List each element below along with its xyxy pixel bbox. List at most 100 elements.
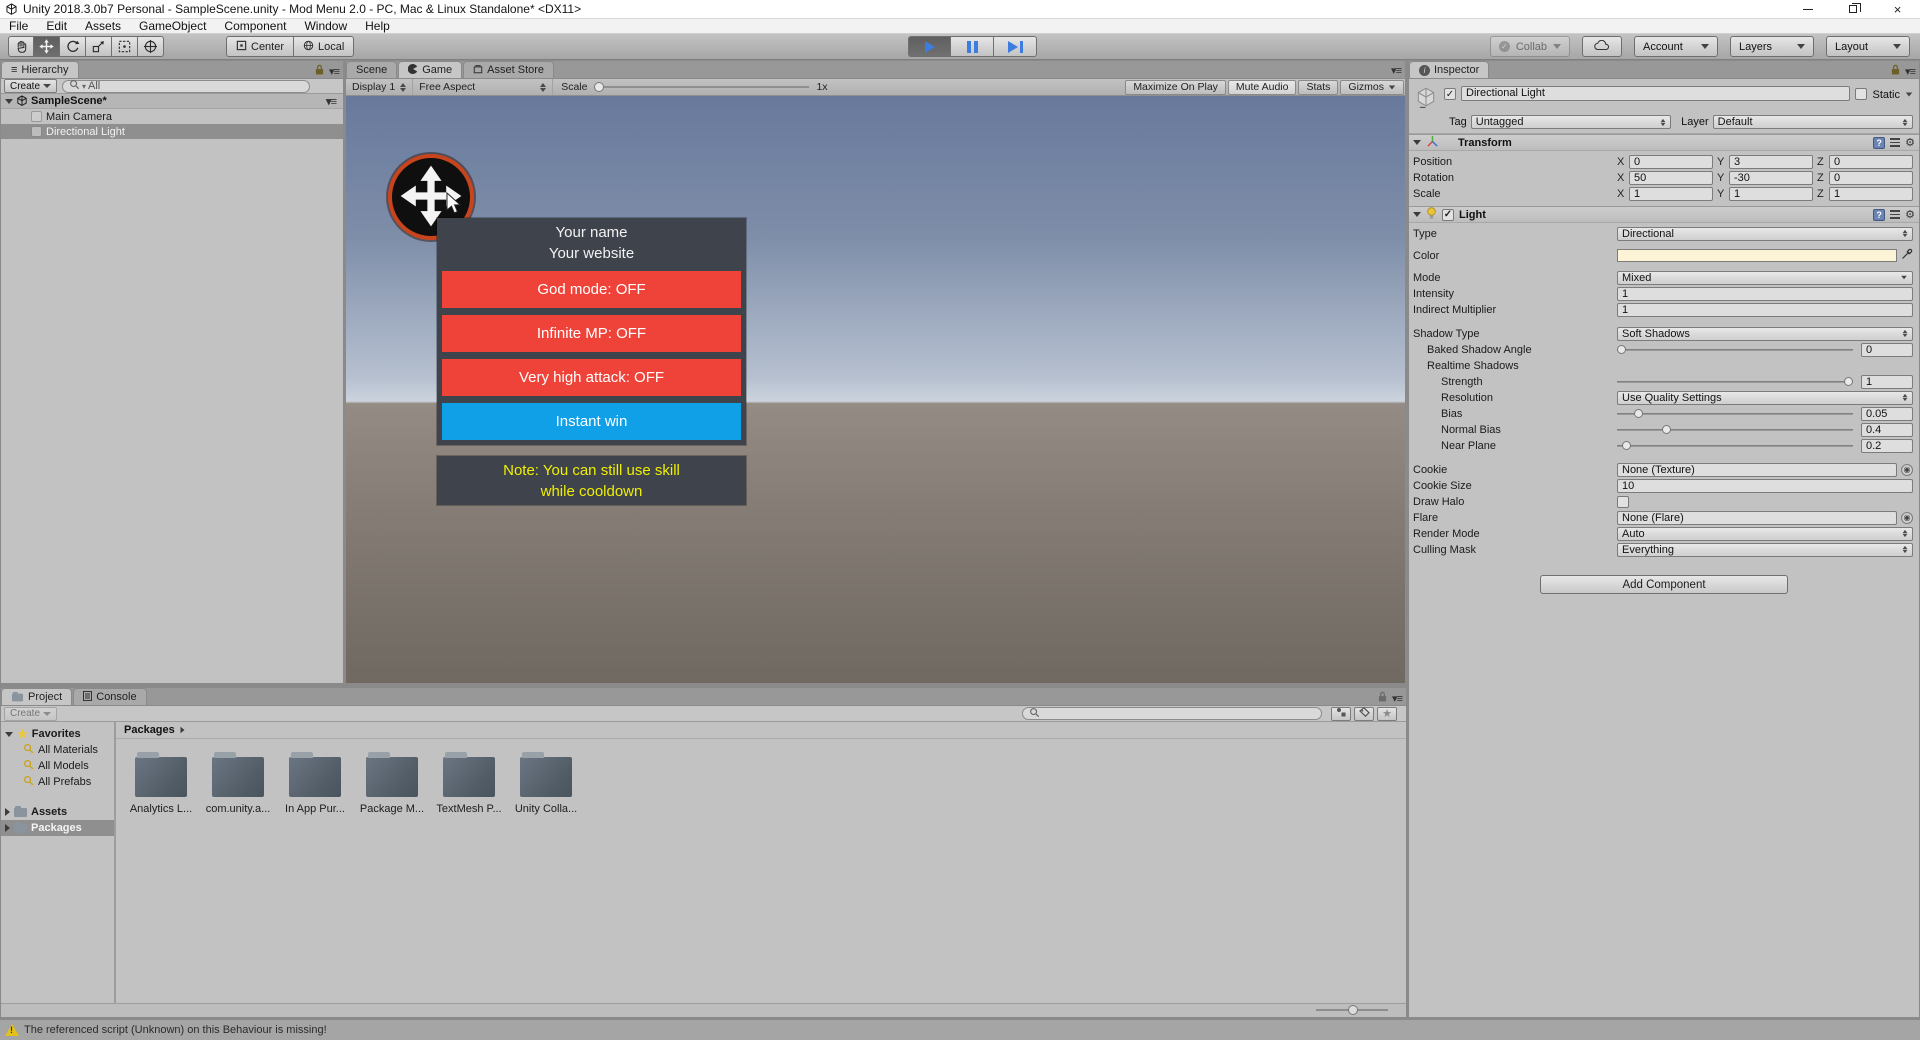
foldout-triangle-icon[interactable]: [5, 732, 13, 737]
light-enabled-checkbox[interactable]: ✓: [1442, 209, 1454, 221]
scale-y-field[interactable]: 1: [1729, 187, 1813, 201]
transform-component-header[interactable]: Transform ? ⚙: [1409, 134, 1919, 151]
shadow-type-dropdown[interactable]: Soft Shadows: [1617, 327, 1913, 341]
panel-menu-icon[interactable]: ▾≡: [1905, 65, 1915, 78]
folder-textmesh-pro[interactable]: TextMesh P...: [438, 751, 500, 815]
static-checkbox[interactable]: [1855, 88, 1867, 100]
move-tool-button[interactable]: [34, 36, 60, 57]
baked-shadow-angle-slider[interactable]: [1617, 349, 1853, 351]
menu-help[interactable]: Help: [356, 19, 399, 33]
tab-game[interactable]: Game: [398, 61, 462, 78]
scale-x-field[interactable]: 1: [1629, 187, 1713, 201]
scale-slider-thumb[interactable]: [594, 82, 604, 92]
object-picker-icon[interactable]: ◉: [1901, 464, 1913, 476]
foldout-triangle-icon[interactable]: [1413, 140, 1421, 145]
all-materials-item[interactable]: All Materials: [1, 742, 114, 758]
panel-menu-icon[interactable]: ▾≡: [329, 65, 339, 78]
very-high-attack-button[interactable]: Very high attack: OFF: [442, 359, 741, 396]
normal-bias-field[interactable]: 0.4: [1861, 423, 1913, 437]
favorites-search-button[interactable]: ★: [1377, 707, 1397, 721]
menu-file[interactable]: File: [0, 19, 37, 33]
static-caret-icon[interactable]: [1906, 93, 1912, 97]
hierarchy-item-directional-light[interactable]: Directional Light: [1, 124, 343, 139]
preset-icon[interactable]: [1890, 210, 1900, 219]
hierarchy-search-input[interactable]: ▾ All: [62, 80, 310, 93]
slider-thumb[interactable]: [1662, 425, 1671, 434]
play-button[interactable]: [908, 36, 951, 57]
add-component-button[interactable]: Add Component: [1540, 575, 1788, 594]
all-models-item[interactable]: All Models: [1, 758, 114, 774]
cookie-object-field[interactable]: None (Texture): [1617, 463, 1897, 477]
project-search-input[interactable]: [1022, 707, 1322, 720]
aspect-dropdown[interactable]: Free Aspect: [413, 79, 553, 95]
layout-dropdown[interactable]: Layout: [1826, 36, 1910, 57]
assets-item[interactable]: Assets: [1, 804, 114, 820]
baked-shadow-angle-field[interactable]: 0: [1861, 343, 1913, 357]
rotation-x-field[interactable]: 50: [1629, 171, 1713, 185]
slider-thumb[interactable]: [1634, 409, 1643, 418]
tab-hierarchy[interactable]: ≡ Hierarchy: [1, 61, 79, 78]
step-button[interactable]: [994, 36, 1037, 57]
resolution-dropdown[interactable]: Use Quality Settings: [1617, 391, 1913, 405]
position-y-field[interactable]: 3: [1729, 155, 1813, 169]
account-dropdown[interactable]: Account: [1634, 36, 1718, 57]
tab-asset-store[interactable]: Asset Store: [463, 61, 554, 78]
lock-icon[interactable]: [315, 64, 324, 78]
slider-thumb[interactable]: [1617, 345, 1626, 354]
maximize-on-play-button[interactable]: Maximize On Play: [1125, 80, 1226, 95]
close-button[interactable]: ×: [1875, 0, 1920, 18]
mute-audio-button[interactable]: Mute Audio: [1228, 80, 1297, 95]
icon-size-slider[interactable]: [1316, 1009, 1388, 1011]
foldout-triangle-icon[interactable]: [5, 808, 10, 816]
menu-gameobject[interactable]: GameObject: [130, 19, 215, 33]
search-by-type-button[interactable]: [1331, 707, 1351, 721]
rotation-z-field[interactable]: 0: [1829, 171, 1913, 185]
cookie-size-field[interactable]: 10: [1617, 479, 1913, 493]
indirect-multiplier-field[interactable]: 1: [1617, 303, 1913, 317]
pivot-local-button[interactable]: Local: [293, 36, 354, 57]
tab-project[interactable]: Project: [1, 688, 72, 705]
strength-slider[interactable]: [1617, 381, 1853, 383]
folder-analytics[interactable]: Analytics L...: [130, 751, 192, 815]
rect-tool-button[interactable]: [112, 36, 138, 57]
menu-component[interactable]: Component: [215, 19, 295, 33]
icon-size-slider-thumb[interactable]: [1348, 1005, 1358, 1015]
all-prefabs-item[interactable]: All Prefabs: [1, 774, 114, 790]
rotate-tool-button[interactable]: [60, 36, 86, 57]
object-picker-icon[interactable]: ◉: [1901, 512, 1913, 524]
menu-window[interactable]: Window: [295, 19, 356, 33]
preset-icon[interactable]: [1890, 138, 1900, 147]
foldout-triangle-icon[interactable]: [1413, 212, 1421, 217]
scene-header-row[interactable]: SampleScene* ▾≡: [1, 94, 343, 109]
display-dropdown[interactable]: Display 1: [346, 79, 413, 95]
slider-thumb[interactable]: [1844, 377, 1853, 386]
scale-z-field[interactable]: 1: [1829, 187, 1913, 201]
search-filter-caret-icon[interactable]: ▾: [82, 82, 86, 91]
eyedropper-icon[interactable]: [1901, 248, 1913, 263]
favorites-item[interactable]: ★ Favorites: [1, 726, 114, 742]
tag-dropdown[interactable]: Untagged: [1471, 115, 1671, 129]
help-icon[interactable]: ?: [1873, 209, 1885, 221]
lock-icon[interactable]: [1891, 64, 1900, 78]
layer-dropdown[interactable]: Default: [1713, 115, 1913, 129]
scene-menu-icon[interactable]: ▾≡: [326, 95, 339, 108]
project-create-button[interactable]: Create: [4, 707, 57, 721]
scale-tool-button[interactable]: [86, 36, 112, 57]
folder-unity-collaborate[interactable]: Unity Colla...: [515, 751, 577, 815]
folder-package-manager[interactable]: Package M...: [361, 751, 423, 815]
active-checkbox[interactable]: ✓: [1444, 88, 1456, 100]
position-z-field[interactable]: 0: [1829, 155, 1913, 169]
search-by-label-button[interactable]: [1354, 707, 1374, 721]
tab-scene[interactable]: Scene: [346, 61, 397, 78]
menu-assets[interactable]: Assets: [76, 19, 130, 33]
god-mode-button[interactable]: God mode: OFF: [442, 271, 741, 308]
hand-tool-button[interactable]: [8, 36, 34, 57]
pause-button[interactable]: [951, 36, 994, 57]
gear-icon[interactable]: ⚙: [1905, 208, 1915, 221]
render-mode-dropdown[interactable]: Auto: [1617, 527, 1913, 541]
rotation-y-field[interactable]: -30: [1729, 171, 1813, 185]
panel-menu-icon[interactable]: ▾≡: [1392, 692, 1402, 705]
flare-object-field[interactable]: None (Flare): [1617, 511, 1897, 525]
transform-tool-button[interactable]: [138, 36, 164, 57]
tab-inspector[interactable]: i Inspector: [1409, 61, 1489, 78]
